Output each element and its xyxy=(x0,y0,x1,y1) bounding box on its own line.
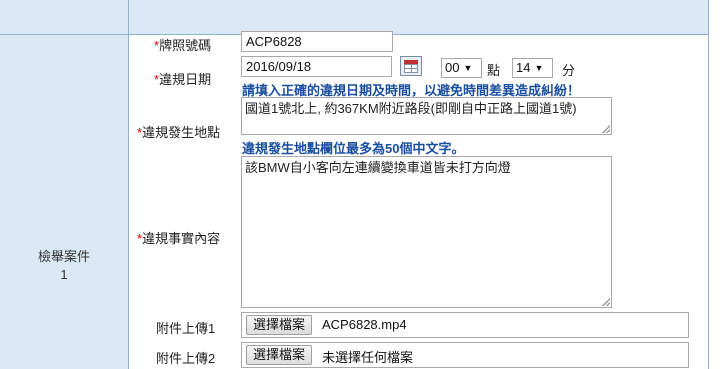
case-title: 檢舉案件 xyxy=(37,249,90,264)
minute-select[interactable]: 14 ▼ xyxy=(512,58,553,78)
date-label-text: 違規日期 xyxy=(159,72,212,87)
content-textarea[interactable]: 該BMW自小客向左連續變換車道皆未打方向燈 xyxy=(241,156,612,308)
minute-value: 14 xyxy=(516,60,531,75)
case-number: 1 xyxy=(60,267,68,282)
form-header-band xyxy=(0,0,708,35)
chevron-down-icon: ▼ xyxy=(534,63,544,73)
attachment-1-field: 選擇檔案 ACP6828.mp4 xyxy=(241,312,689,338)
location-notice: 違規發生地點欄位最多為50個中文字。 xyxy=(242,141,465,156)
location-label-text: 違規發生地點 xyxy=(142,125,221,140)
content-value: 該BMW自小客向左連續變換車道皆未打方向燈 xyxy=(245,160,511,175)
date-label: *違規日期 xyxy=(154,69,211,88)
header-divider xyxy=(128,0,129,34)
content-label: *違規事實內容 xyxy=(137,228,220,247)
hour-unit: 點 xyxy=(487,63,501,78)
attachment-1-filename: ACP6828.mp4 xyxy=(322,317,407,332)
attachment-2-field: 選擇檔案 未選擇任何檔案 xyxy=(241,342,689,368)
minute-unit: 分 xyxy=(562,63,576,78)
content-label-text: 違規事實內容 xyxy=(142,231,221,246)
attachment-2-choose-button[interactable]: 選擇檔案 xyxy=(246,345,313,365)
hour-value: 00 xyxy=(445,60,460,75)
chevron-down-icon: ▼ xyxy=(463,63,473,73)
case-label-column: 檢舉案件 1 xyxy=(0,35,129,369)
resize-grip-icon[interactable] xyxy=(602,298,610,306)
date-input[interactable]: 2016/09/18 xyxy=(241,56,392,77)
attachment-1-label: 附件上傳1 xyxy=(156,321,216,336)
location-value: 國道1號北上, 約367KM附近路段(即剛自中正路上國道1號) xyxy=(245,101,577,116)
attachment-1-choose-button[interactable]: 選擇檔案 xyxy=(246,315,313,335)
case-label: 檢舉案件 1 xyxy=(0,248,128,284)
location-label: *違規發生地點 xyxy=(137,122,220,141)
calendar-icon[interactable] xyxy=(400,56,422,76)
calendar-icon-grid xyxy=(404,64,418,73)
plate-input[interactable]: ACP6828 xyxy=(241,31,393,52)
page-right-edge xyxy=(708,0,720,369)
resize-grip-icon[interactable] xyxy=(602,125,610,133)
plate-label: *牌照號碼 xyxy=(154,35,211,54)
hour-select[interactable]: 00 ▼ xyxy=(441,58,482,78)
plate-label-text: 牌照號碼 xyxy=(159,38,212,53)
location-textarea[interactable]: 國道1號北上, 約367KM附近路段(即剛自中正路上國道1號) xyxy=(241,97,612,135)
attachment-2-filename: 未選擇任何檔案 xyxy=(322,350,414,365)
attachment-2-label: 附件上傳2 xyxy=(156,351,216,366)
